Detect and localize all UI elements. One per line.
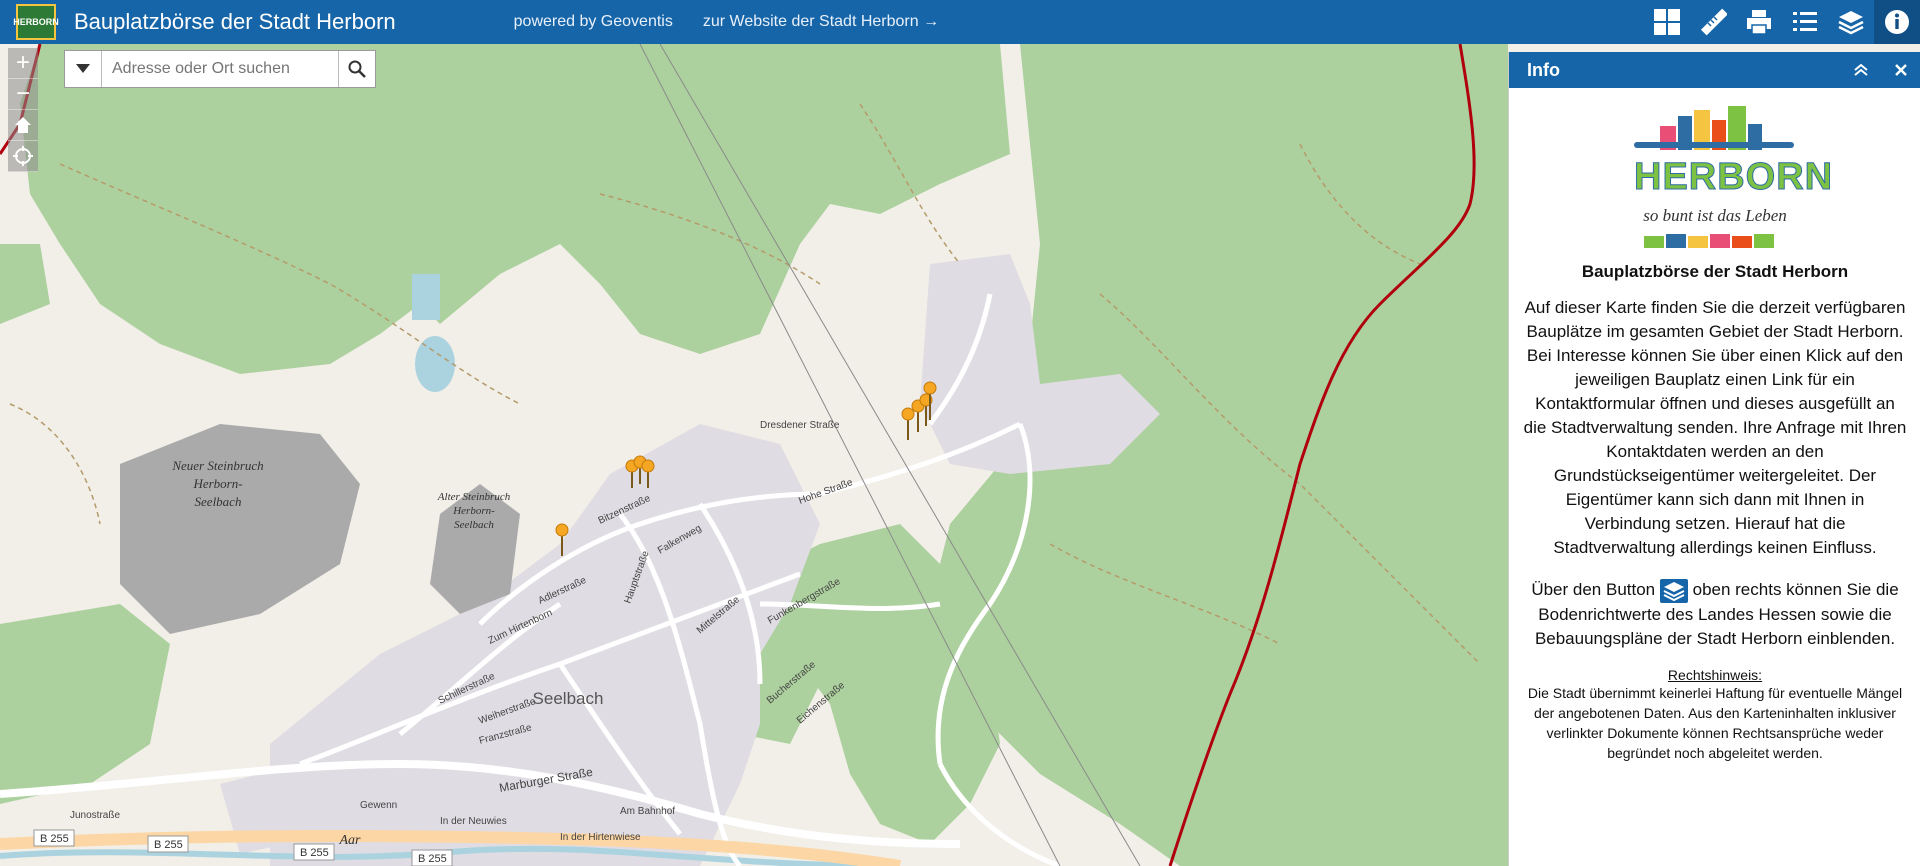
info-title: Bauplatzbörse der Stadt Herborn: [1581, 262, 1849, 281]
herborn-brand-logo: HERBORN so bunt ist das Leben: [1620, 102, 1833, 252]
layers-hint-before: Über den Button: [1531, 580, 1656, 599]
info-icon[interactable]: [1874, 0, 1920, 44]
map-svg: Neuer Steinbruch Herborn- Seelbach Alter…: [0, 44, 1508, 866]
info-description: Auf dieser Karte finden Sie die derzeit …: [1523, 298, 1907, 557]
search-box: [64, 50, 376, 88]
town-label: Seelbach: [533, 689, 604, 708]
street-label-juno: Junostraße: [70, 810, 120, 821]
print-icon[interactable]: [1736, 0, 1782, 44]
layers-icon[interactable]: [1828, 0, 1874, 44]
info-layers-hint: Über den Button oben rechts können Sie d…: [1523, 578, 1907, 651]
search-dropdown-icon[interactable]: [65, 51, 102, 87]
city-website-link[interactable]: zur Website der Stadt Herborn →: [703, 13, 939, 31]
b255-shield-1: B 255: [40, 833, 69, 845]
home-icon[interactable]: [8, 110, 38, 141]
quarry-old-label-1: Alter Steinbruch: [437, 491, 511, 503]
collapse-icon[interactable]: [1841, 52, 1881, 88]
zoom-out-button[interactable]: −: [8, 79, 38, 110]
layers-inline-icon: [1659, 578, 1688, 603]
map-controls: + −: [8, 48, 38, 172]
legal-heading: Rechtshinweis:: [1667, 666, 1763, 683]
street-label-neuwies: In der Neuwies: [440, 816, 507, 827]
app-title: Bauplatzbörse der Stadt Herborn: [74, 9, 396, 34]
info-panel-header: Info: [1509, 52, 1920, 88]
toolbar: [1644, 0, 1920, 44]
b255-shield-3: B 255: [300, 847, 329, 859]
search-icon[interactable]: [338, 51, 375, 87]
info-panel: Info HERBORN so bunt ist das Leben Baupl…: [1508, 52, 1920, 866]
quarry-old-label-2: Herborn-: [452, 505, 495, 517]
brand-tagline: so bunt ist das Leben: [1643, 206, 1787, 225]
info-panel-title: Info: [1527, 59, 1560, 80]
legal-text: Die Stadt übernimmt keinerlei Haftung fü…: [1527, 684, 1903, 761]
locate-icon[interactable]: [8, 141, 38, 172]
quarry-new-label-3: Seelbach: [195, 494, 242, 509]
b255-shield-4: B 255: [418, 853, 447, 865]
quarry-new-label-2: Herborn-: [192, 476, 242, 491]
map-canvas[interactable]: Neuer Steinbruch Herborn- Seelbach Alter…: [0, 44, 1508, 866]
street-label-gewenn: Gewenn: [360, 800, 397, 811]
quarry-old-label-3: Seelbach: [454, 519, 494, 531]
info-panel-body: HERBORN so bunt ist das Leben Bauplatzbö…: [1509, 102, 1920, 763]
list-icon[interactable]: [1782, 0, 1828, 44]
ruler-icon[interactable]: [1690, 0, 1736, 44]
street-label-hirtenwiese: In der Hirtenwiese: [560, 832, 641, 843]
zoom-in-button[interactable]: +: [8, 48, 38, 79]
logo-text: HERBORN: [13, 17, 59, 27]
b255-shield-2: B 255: [154, 839, 183, 851]
sports-field: [415, 336, 455, 392]
top-bar: HERBORN Bauplatzbörse der Stadt Herborn …: [0, 0, 1920, 44]
grid-icon[interactable]: [1644, 0, 1690, 44]
quarry-new-label-1: Neuer Steinbruch: [171, 458, 263, 473]
street-label-dresdener: Dresdener Straße: [760, 420, 840, 431]
pond: [412, 274, 440, 320]
river-label: Aar: [339, 833, 362, 848]
brand-word: HERBORN: [1633, 156, 1834, 199]
close-icon[interactable]: [1881, 52, 1920, 88]
search-input[interactable]: [102, 51, 338, 87]
herborn-logo: HERBORN: [13, 4, 59, 40]
powered-by-link[interactable]: powered by Geoventis: [514, 13, 673, 31]
street-label-bahnhof: Am Bahnhof: [620, 806, 675, 817]
